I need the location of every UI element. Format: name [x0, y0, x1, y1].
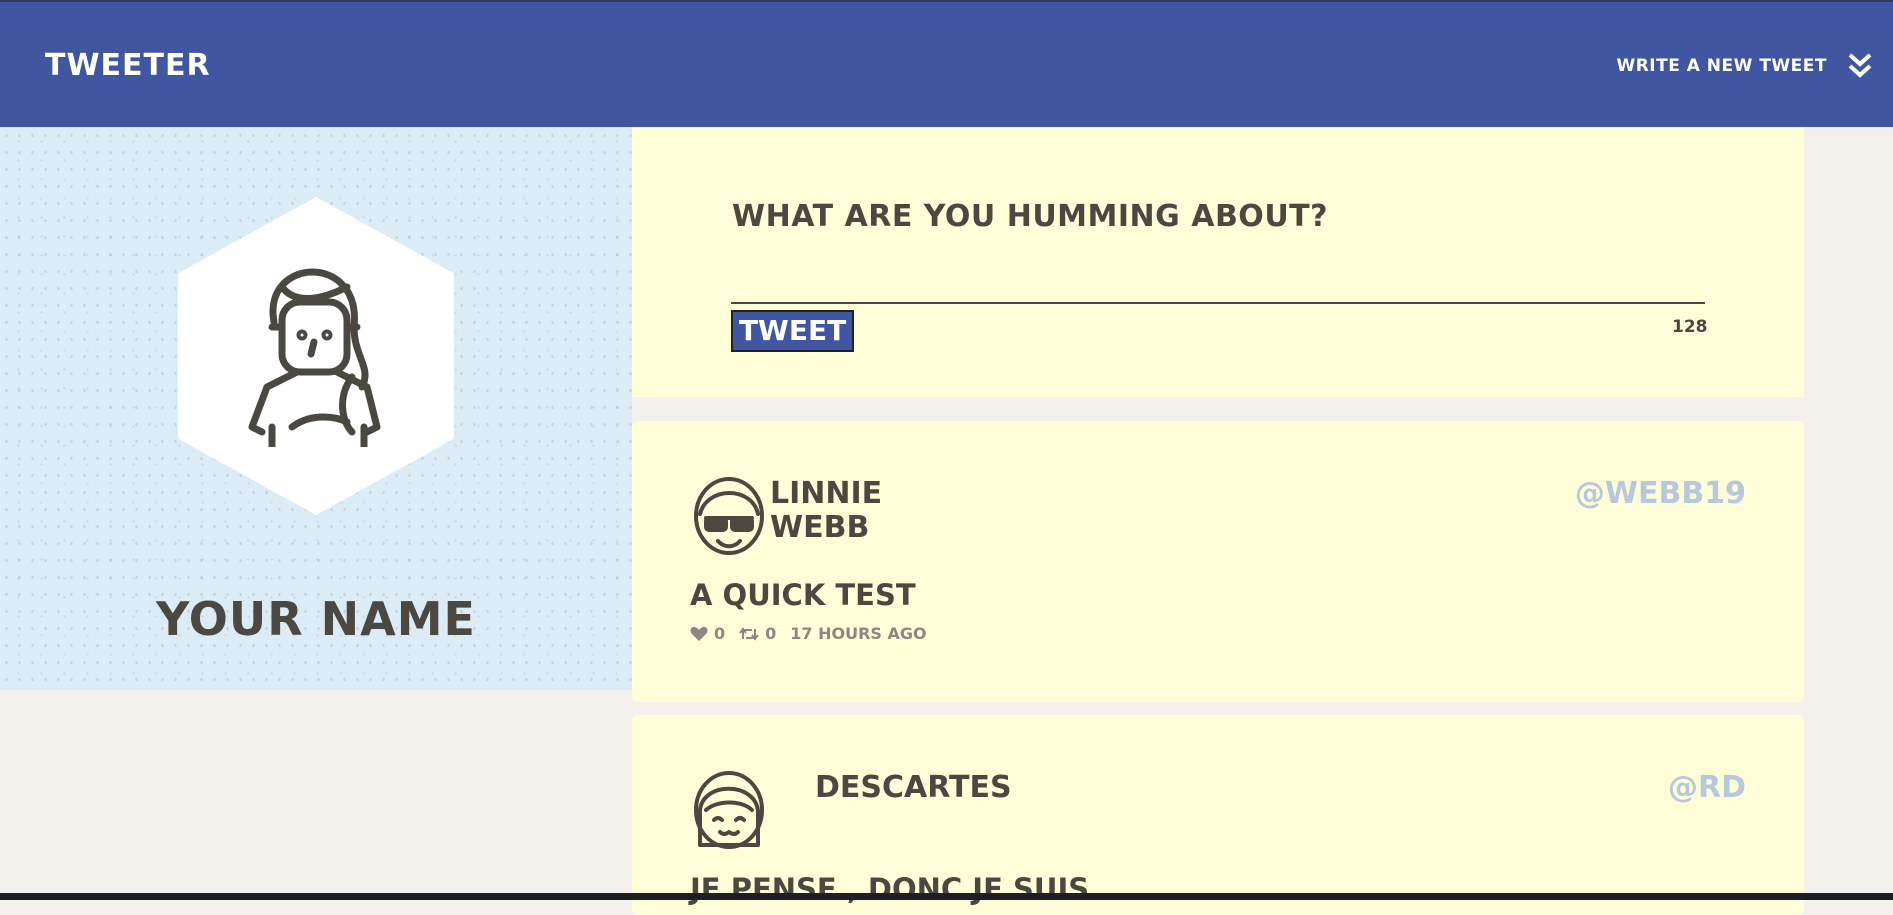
girl-avatar-icon	[248, 268, 381, 447]
tweet-author-handle[interactable]: @rd	[1668, 770, 1746, 805]
like-action[interactable]: 0	[690, 624, 725, 643]
profile-name: Your Name	[156, 592, 476, 646]
profile-panel: Your Name	[0, 127, 632, 690]
profile-avatar-hexagon	[178, 197, 454, 515]
compose-underline	[731, 302, 1705, 304]
tweet-author-name: Linnie Webb	[770, 476, 883, 545]
brand-title[interactable]: Tweeter	[45, 48, 211, 83]
retweet-count: 0	[765, 624, 777, 643]
character-counter: 128	[1672, 317, 1708, 337]
write-new-tweet-label: Write a new tweet	[1616, 56, 1827, 76]
top-nav: Tweeter Write a new tweet	[0, 0, 1893, 127]
tweet-timestamp: 17 hours ago	[790, 624, 927, 643]
compose-tweet-box: What are you humming about? Tweet 128	[632, 127, 1804, 397]
tweet-card: Descartes @rd Je pense , donc je suis	[632, 715, 1804, 915]
like-count: 0	[714, 624, 726, 643]
retweet-action[interactable]: 0	[739, 624, 776, 643]
double-chevron-down-icon	[1848, 53, 1872, 78]
tweet-card: Linnie Webb @webb19 A quick test 0 0 17 …	[632, 421, 1804, 702]
heart-icon	[690, 626, 708, 641]
window-bottom-edge	[0, 893, 1893, 900]
sunglasses-avatar-icon	[694, 477, 764, 555]
smiling-girl-avatar-icon	[694, 771, 764, 849]
tweet-content: Je pense , donc je suis	[690, 872, 1090, 906]
compose-prompt[interactable]: What are you humming about?	[732, 199, 1328, 234]
tweet-content: A quick test	[690, 578, 916, 612]
tweet-author-handle[interactable]: @webb19	[1575, 476, 1746, 511]
tweet-submit-button[interactable]: Tweet	[731, 310, 854, 352]
tweet-meta: 0 0 17 hours ago	[690, 624, 927, 643]
retweet-icon	[739, 626, 759, 641]
tweet-author-name: Descartes	[815, 770, 1012, 805]
write-new-tweet-button[interactable]: Write a new tweet	[1616, 52, 1873, 80]
